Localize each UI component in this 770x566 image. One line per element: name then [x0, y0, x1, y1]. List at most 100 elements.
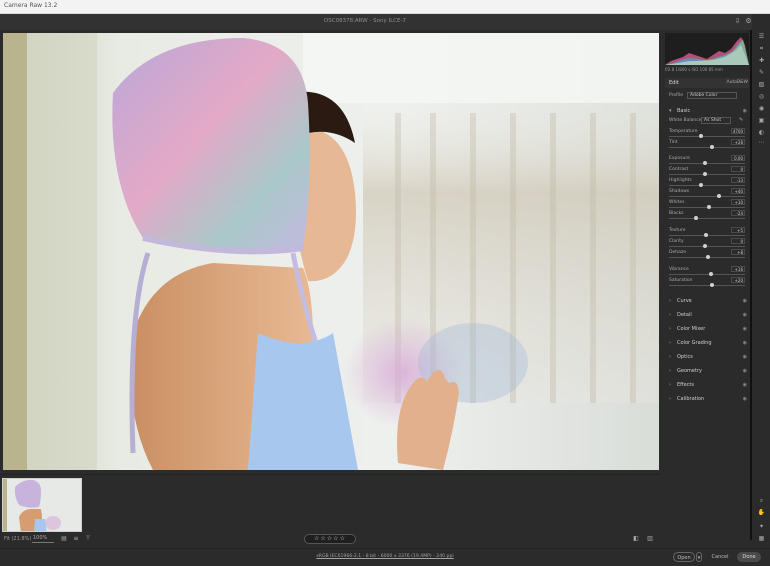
cancel-button[interactable]: Cancel [708, 552, 732, 562]
eye-icon[interactable]: ◉ [743, 382, 747, 388]
slider-track[interactable] [669, 218, 745, 219]
sort-icon[interactable]: ≡ [72, 535, 80, 543]
slider-contrast[interactable]: Contrast 0 [665, 166, 749, 177]
filter-icon[interactable]: ⊤ [84, 535, 92, 543]
section-color-grading[interactable]: › Color Grading ◉ [665, 338, 749, 348]
toggle-view-icon[interactable]: ▥ [646, 535, 654, 543]
slider-handle[interactable] [708, 272, 713, 276]
crop-icon[interactable]: ⌗ [757, 44, 766, 53]
slider-value-input[interactable]: +28 [731, 139, 745, 145]
gradient-icon[interactable]: ▧ [757, 80, 766, 89]
radial-filter-icon[interactable]: ◎ [757, 92, 766, 101]
slider-blacks[interactable]: Blacks -24 [665, 210, 749, 221]
zoom-icon[interactable]: ⌕ [757, 496, 766, 505]
section-effects[interactable]: › Effects ◉ [665, 380, 749, 390]
slider-handle[interactable] [698, 183, 703, 187]
slider-value-input[interactable]: 4700 [731, 128, 745, 134]
slider-highlights[interactable]: Highlights -13 [665, 177, 749, 188]
slider-handle[interactable] [710, 145, 715, 149]
slider-dehaze[interactable]: Dehaze +8 [665, 249, 749, 260]
red-eye-icon[interactable]: ◉ [757, 104, 766, 113]
slider-value-input[interactable]: +5 [731, 227, 745, 233]
fit-zoom-label[interactable]: Fit (21.8%) [4, 536, 31, 542]
slider-handle[interactable] [717, 194, 722, 198]
slider-value-input[interactable]: +10 [731, 199, 745, 205]
eye-icon[interactable]: ◉ [743, 396, 747, 402]
hand-icon[interactable]: ✋ [757, 508, 766, 517]
slider-value-input[interactable]: -24 [731, 210, 745, 216]
slider-value-input[interactable]: 0 [731, 166, 745, 172]
profile-select[interactable]: Adobe Color [687, 92, 737, 99]
eye-icon[interactable]: ◉ [743, 326, 747, 332]
slider-track[interactable] [669, 285, 745, 286]
slider-track[interactable] [669, 136, 745, 137]
slider-value-input[interactable]: 0.00 [731, 155, 745, 161]
section-calibration[interactable]: › Calibration ◉ [665, 394, 749, 404]
auto-button[interactable]: Auto [727, 80, 737, 85]
snapshots-icon[interactable]: ▣ [757, 116, 766, 125]
section-detail[interactable]: › Detail ◉ [665, 310, 749, 320]
slider-shadows[interactable]: Shadows +40 [665, 188, 749, 199]
slider-whites[interactable]: Whites +10 [665, 199, 749, 210]
before-after-icon[interactable]: ◧ [632, 535, 640, 543]
slider-value-input[interactable]: +8 [731, 249, 745, 255]
slider-texture[interactable]: Texture +5 [665, 227, 749, 238]
black-white-button[interactable]: B&W [737, 80, 748, 85]
eye-icon[interactable]: ◉ [743, 354, 747, 360]
save-icon[interactable]: ⇩ [733, 17, 742, 26]
slider-track[interactable] [669, 196, 745, 197]
slider-handle[interactable] [705, 255, 710, 259]
filmstrip-thumbnail[interactable] [2, 478, 82, 532]
slider-temperature[interactable]: Temperature 4700 [665, 128, 749, 139]
eyedropper-icon[interactable]: ✎ [739, 117, 743, 123]
slider-handle[interactable] [703, 172, 707, 176]
slider-handle[interactable] [704, 233, 709, 237]
slider-clarity[interactable]: Clarity 0 [665, 238, 749, 249]
slider-track[interactable] [669, 246, 745, 247]
open-button[interactable]: Open [673, 552, 695, 562]
eye-icon[interactable]: ◉ [743, 298, 747, 304]
edit-sliders-icon[interactable]: ☰ [757, 32, 766, 41]
section-basic[interactable]: ▾ Basic ◉ [665, 106, 749, 116]
eye-icon[interactable]: ◉ [743, 340, 747, 346]
section-curve[interactable]: › Curve ◉ [665, 296, 749, 306]
open-options-button[interactable]: ▾ [696, 552, 702, 562]
slider-value-input[interactable]: +40 [731, 188, 745, 194]
white-balance-select[interactable]: As Shot [701, 117, 731, 124]
slider-track[interactable] [669, 174, 745, 175]
star-rating[interactable]: ☆☆☆☆☆ [304, 534, 356, 544]
slider-handle[interactable] [706, 205, 711, 209]
zoom-select[interactable]: 100% [32, 535, 54, 543]
slider-value-input[interactable]: -13 [731, 177, 745, 183]
slider-value-input[interactable]: 0 [731, 238, 745, 244]
section-optics[interactable]: › Optics ◉ [665, 352, 749, 362]
section-geometry[interactable]: › Geometry ◉ [665, 366, 749, 376]
slider-exposure[interactable]: Exposure 0.00 [665, 155, 749, 166]
slider-value-input[interactable]: +16 [731, 266, 745, 272]
slider-track[interactable] [669, 147, 745, 148]
workflow-options-link[interactable]: sRGB IEC61966-2.1 - 8 bit - 6000 x 3376 … [0, 554, 770, 559]
slider-handle[interactable] [694, 216, 699, 220]
slider-saturation[interactable]: Saturation +20 [665, 277, 749, 288]
preview-image[interactable] [3, 33, 659, 470]
sampler-icon[interactable]: ✦ [757, 522, 766, 531]
done-button[interactable]: Done [737, 552, 761, 562]
slider-track[interactable] [669, 163, 745, 164]
more-icon[interactable]: ⋯ [757, 138, 766, 147]
toggle-mask-icon[interactable]: ▦ [757, 534, 766, 543]
eye-icon[interactable]: ◉ [743, 108, 747, 114]
slider-track[interactable] [669, 274, 745, 275]
slider-handle[interactable] [703, 244, 707, 248]
slider-track[interactable] [669, 185, 745, 186]
slider-handle[interactable] [699, 134, 704, 138]
section-color-mixer[interactable]: › Color Mixer ◉ [665, 324, 749, 334]
slider-handle[interactable] [710, 283, 715, 287]
presets-icon[interactable]: ◐ [757, 128, 766, 137]
grid-view-icon[interactable]: ▤ [60, 535, 68, 543]
eye-icon[interactable]: ◉ [743, 312, 747, 318]
slider-handle[interactable] [703, 161, 707, 165]
slider-vibrance[interactable]: Vibrance +16 [665, 266, 749, 277]
eye-icon[interactable]: ◉ [743, 368, 747, 374]
slider-tint[interactable]: Tint +28 [665, 139, 749, 150]
healing-icon[interactable]: ✚ [757, 56, 766, 65]
